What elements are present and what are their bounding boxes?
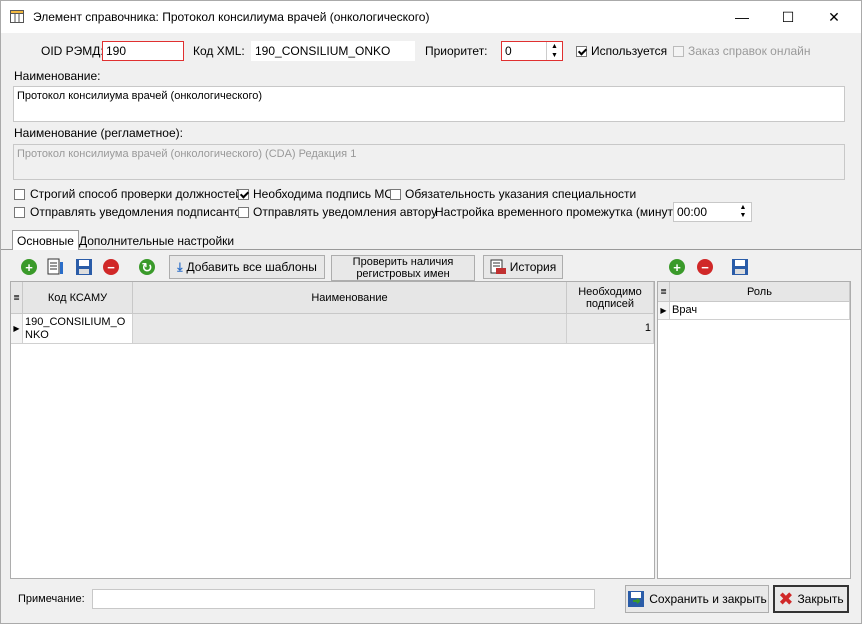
history-icon <box>490 259 506 274</box>
save-close-button[interactable]: Сохранить и закрыть <box>625 585 769 613</box>
role-row[interactable]: Врач <box>670 302 850 320</box>
tab-additional[interactable]: Дополнительные настройки <box>75 231 238 251</box>
role-add-icon[interactable]: + <box>669 259 685 275</box>
role-remove-icon[interactable]: − <box>697 259 713 275</box>
role-grid: ≣ Роль ▶ Врач <box>657 281 851 579</box>
window-title: Элемент справочника: Протокол консилиума… <box>33 10 430 24</box>
table-row-code[interactable]: 190_CONSILIUM_ONKO <box>23 314 133 344</box>
reg-name-textarea: Протокол консилиума врачей (онкологическ… <box>13 144 845 180</box>
strict-check-label: Строгий способ проверки должностей <box>30 187 243 201</box>
notify-signers-checkbox[interactable] <box>14 207 25 218</box>
save-close-icon <box>628 591 645 607</box>
grid-menu-icon[interactable]: ≣ <box>11 282 23 314</box>
col-header-name[interactable]: Наименование <box>133 282 567 314</box>
history-label: История <box>509 260 557 274</box>
col-header-signs[interactable]: Необходимо подписей <box>567 282 654 314</box>
minimize-button[interactable]: — <box>719 1 765 33</box>
add-all-label: Добавить все шаблоны <box>186 260 317 274</box>
main-grid: ≣ Код КСАМУ Наименование Необходимо подп… <box>10 281 655 579</box>
check-reg-label: Проверить наличия регистровых имен <box>352 256 454 280</box>
add-all-templates-button[interactable]: ⤓ Добавить все шаблоны <box>169 255 325 279</box>
strict-check-checkbox[interactable] <box>14 189 25 200</box>
remove-icon[interactable]: − <box>103 259 119 275</box>
table-icon <box>10 10 24 23</box>
row-indicator-icon: ▶ <box>11 314 23 344</box>
save-close-label: Сохранить и закрыть <box>649 592 767 606</box>
role-grid-menu-icon[interactable]: ≣ <box>658 282 670 302</box>
priority-label: Приоритет: <box>425 44 488 58</box>
minimize-icon: — <box>735 9 749 25</box>
role-row-indicator-icon: ▶ <box>658 302 670 320</box>
xml-label: Код XML: <box>193 44 245 58</box>
order-checkbox[interactable] <box>673 46 684 57</box>
used-label: Используется <box>591 44 668 58</box>
close-icon: ✕ <box>828 8 840 25</box>
refresh-icon[interactable]: ↻ <box>139 259 155 275</box>
mo-sign-label: Необходима подпись МО <box>253 187 394 201</box>
note-label: Примечание: <box>18 593 85 605</box>
table-row-name[interactable] <box>133 314 567 344</box>
time-spinner[interactable]: ▲ ▼ <box>737 204 749 220</box>
mo-sign-checkbox[interactable] <box>238 189 249 200</box>
specialty-label: Обязательность указания специальности <box>405 187 637 201</box>
name-label: Наименование: <box>14 69 101 83</box>
col-header-code[interactable]: Код КСАМУ <box>23 282 133 314</box>
close-button[interactable]: ✖ Закрыть <box>773 585 849 613</box>
oid-label: OID РЭМД: <box>41 44 104 58</box>
order-label: Заказ справок онлайн <box>688 44 811 58</box>
check-reg-names-button[interactable]: Проверить наличия регистровых имен <box>331 255 475 281</box>
close-window-button[interactable]: ✕ <box>811 1 857 33</box>
reg-name-label: Наименование (регламетное): <box>14 126 183 140</box>
priority-spinner[interactable]: ▲ ▼ <box>546 42 562 60</box>
dialog-window: Элемент справочника: Протокол консилиума… <box>0 0 862 624</box>
tab-main[interactable]: Основные <box>12 230 79 250</box>
notify-author-checkbox[interactable] <box>238 207 249 218</box>
oid-input[interactable] <box>102 41 184 61</box>
col-header-role[interactable]: Роль <box>670 282 850 302</box>
close-x-icon: ✖ <box>778 588 794 609</box>
maximize-icon: ☐ <box>781 8 795 25</box>
notify-author-label: Отправлять уведомления автору <box>253 205 438 219</box>
maximize-button[interactable]: ☐ <box>765 1 811 33</box>
note-input[interactable] <box>92 589 595 609</box>
add-icon[interactable]: + <box>21 259 37 275</box>
close-label: Закрыть <box>797 592 844 606</box>
time-label: Настройка временного промежутка (минуты)… <box>435 205 689 219</box>
used-checkbox[interactable] <box>576 46 587 57</box>
edit-list-icon[interactable] <box>47 258 65 276</box>
download-icon: ⤓ <box>177 259 183 274</box>
save-icon[interactable] <box>75 258 93 276</box>
notify-signers-label: Отправлять уведомления подписантов <box>30 205 248 219</box>
history-button[interactable]: История <box>483 255 563 279</box>
name-textarea[interactable]: Протокол консилиума врачей (онкологическ… <box>13 86 845 122</box>
xml-input[interactable] <box>251 41 415 61</box>
title-bar: Элемент справочника: Протокол консилиума… <box>1 1 861 33</box>
role-save-icon[interactable] <box>731 258 749 276</box>
specialty-checkbox[interactable] <box>390 189 401 200</box>
table-row-signs[interactable]: 1 <box>567 314 654 344</box>
